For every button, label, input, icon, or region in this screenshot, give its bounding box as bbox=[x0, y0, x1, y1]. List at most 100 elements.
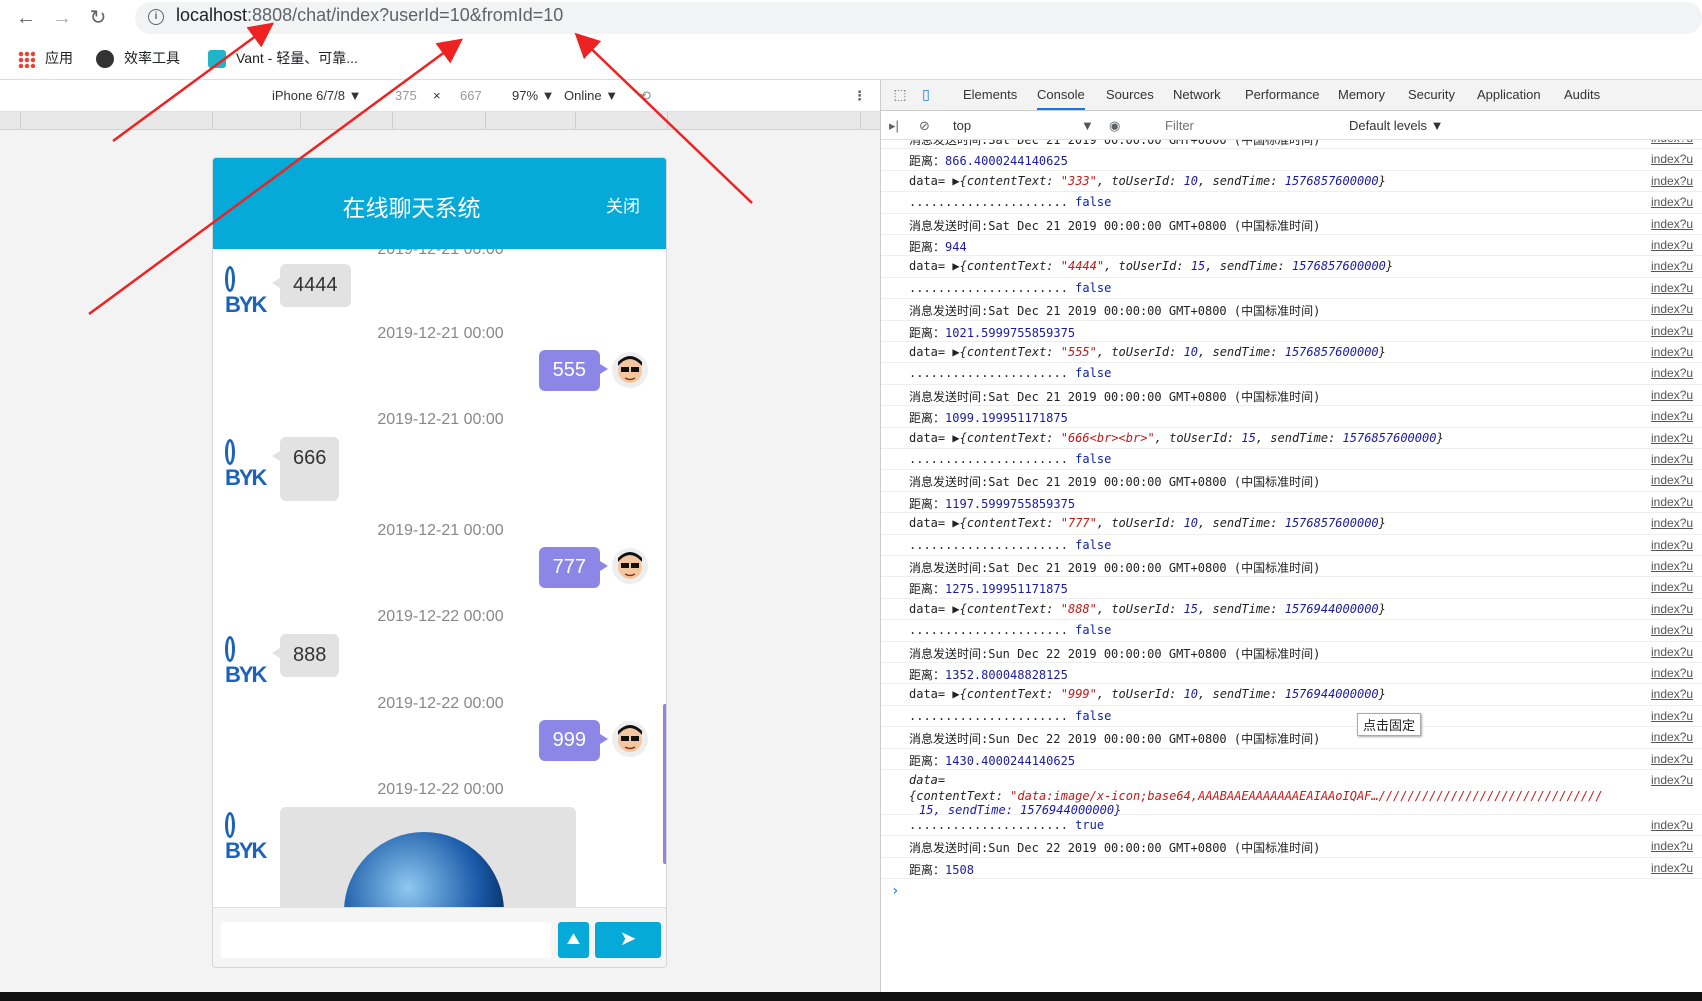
content-text-value: "data:image/x-icon;base64,AAABAAEAAAAAAA… bbox=[1010, 789, 1603, 803]
source-link: index?u bbox=[1651, 580, 1694, 595]
console-message[interactable]: 消息发送时间:Sat Dec 21 2019 00:00:00 GMT+0800… bbox=[881, 470, 1702, 492]
send-icon: ➤ bbox=[619, 928, 637, 950]
tab-elements[interactable]: Elements bbox=[963, 87, 1017, 102]
console-message[interactable]: 消息发送时间:Sun Dec 22 2019 00:00:00 GMT+0800… bbox=[881, 642, 1702, 663]
console-message[interactable]: ...................... false index?u bbox=[881, 706, 1702, 728]
distance-label: 距离： bbox=[909, 154, 946, 169]
console-text: ...................... false bbox=[909, 452, 1111, 466]
console-message[interactable]: 消息发送时间:Sat Dec 21 2019 00:00:00 GMT+0800… bbox=[881, 140, 1702, 150]
bookmark-vant[interactable]: Vant - 轻量、可靠... bbox=[208, 47, 358, 69]
message-input[interactable] bbox=[221, 922, 551, 958]
to-user-id-value: 15 bbox=[1241, 430, 1256, 445]
console-message[interactable]: data= ▶{contentText: "333", toUserId: 10… bbox=[881, 171, 1702, 193]
message-bubble-left: 4444 bbox=[272, 264, 351, 307]
inspect-icon[interactable]: ⬚ bbox=[891, 86, 909, 104]
tab-sources[interactable]: Sources bbox=[1106, 87, 1154, 102]
console-message[interactable]: data= ▶{contentText: "4444", toUserId: 1… bbox=[881, 256, 1702, 278]
reload-icon[interactable]: ↻ bbox=[86, 6, 110, 30]
log-levels-select[interactable]: Default levels ▼ bbox=[1349, 118, 1444, 133]
tab-security[interactable]: Security bbox=[1408, 87, 1455, 102]
console-message[interactable]: ...................... false index?u bbox=[881, 363, 1702, 385]
to-user-id-value: 10 bbox=[1183, 345, 1199, 359]
console-message[interactable]: ...................... false index?u bbox=[881, 535, 1702, 556]
console-text: data= {contentText: "data:image/x-icon;b… bbox=[909, 773, 1603, 817]
console-output[interactable]: 消息发送时间:Sat Dec 21 2019 00:00:00 GMT+0800… bbox=[881, 140, 1702, 992]
console-message[interactable]: 距离：1352.800048828125 index?u bbox=[881, 663, 1702, 685]
rotate-icon[interactable]: ⟲ bbox=[640, 88, 651, 104]
device-select[interactable]: iPhone 6/7/8 ▼ bbox=[272, 88, 361, 103]
send-time-value: 1576944000000 bbox=[1284, 601, 1379, 616]
distance-value: 1508 bbox=[945, 862, 974, 877]
zoom-select[interactable]: 97% ▼ bbox=[512, 88, 555, 103]
tab-memory[interactable]: Memory bbox=[1338, 87, 1385, 102]
console-message[interactable]: ...................... false index?u bbox=[881, 620, 1702, 642]
close-button[interactable]: 关闭 bbox=[606, 192, 640, 217]
source-link: index?u bbox=[1651, 687, 1694, 702]
console-message[interactable]: 距离：1099.199951171875 index?u bbox=[881, 406, 1702, 428]
distance-label: 距离： bbox=[909, 496, 946, 511]
width-field[interactable]: 375 bbox=[395, 88, 417, 103]
tab-audits[interactable]: Audits bbox=[1564, 87, 1600, 102]
media-query-ruler[interactable] bbox=[0, 112, 880, 130]
console-message[interactable]: data= ▶{contentText: "555", toUserId: 10… bbox=[881, 342, 1702, 364]
clear-console-icon[interactable]: ⊘ bbox=[919, 118, 930, 134]
console-message[interactable]: ...................... true index?u bbox=[881, 815, 1702, 837]
tab-application[interactable]: Application bbox=[1477, 87, 1541, 102]
console-message[interactable]: 距离：1430.4000244140625 index?u bbox=[881, 749, 1702, 770]
console-message[interactable]: 距离：1508 index?u bbox=[881, 858, 1702, 880]
chat-messages[interactable]: 2019-12-21 00:00 BYK 4444 2019-12-21 00:… bbox=[213, 249, 666, 907]
arrow-right-icon[interactable]: → bbox=[50, 6, 74, 30]
console-message[interactable]: ...................... false index?u bbox=[881, 278, 1702, 300]
console-message[interactable]: data= ▶{contentText: "888", toUserId: 15… bbox=[881, 599, 1702, 621]
more-options-icon[interactable]: ⋮ bbox=[853, 88, 866, 104]
console-text: 距离：1352.800048828125 bbox=[909, 666, 1068, 683]
console-message[interactable]: ...................... false index?u bbox=[881, 449, 1702, 471]
send-button[interactable]: ➤ bbox=[595, 922, 661, 958]
console-message[interactable]: 距离：866.4000244140625 index?u bbox=[881, 149, 1702, 171]
dots: ...................... bbox=[909, 537, 1076, 552]
image-message[interactable] bbox=[280, 807, 576, 907]
console-message[interactable]: 消息发送时间:Sat Dec 21 2019 00:00:00 GMT+0800… bbox=[881, 299, 1702, 321]
height-field[interactable]: 667 bbox=[460, 88, 482, 103]
console-message[interactable]: ...................... false index?u bbox=[881, 192, 1702, 214]
arrow-left-icon[interactable]: ← bbox=[14, 6, 38, 30]
console-message[interactable]: 消息发送时间:Sun Dec 22 2019 00:00:00 GMT+0800… bbox=[881, 727, 1702, 749]
tab-network[interactable]: Network bbox=[1173, 87, 1221, 102]
boolean-value: true bbox=[1075, 817, 1105, 832]
context-dropdown-icon[interactable]: ▼ bbox=[1081, 118, 1094, 133]
sidebar-toggle-icon[interactable]: ▸| bbox=[889, 118, 899, 134]
device-toolbar-icon[interactable]: ▯ bbox=[917, 86, 935, 104]
network-select[interactable]: Online ▼ bbox=[564, 88, 618, 103]
source-link: index?u bbox=[1651, 773, 1694, 787]
image-upload-button[interactable]: ⛰ bbox=[558, 922, 589, 958]
context-select[interactable]: top bbox=[953, 118, 971, 133]
console-message[interactable]: 距离：944 index?u bbox=[881, 235, 1702, 257]
console-message[interactable]: 距离：1197.5999755859375 index?u bbox=[881, 492, 1702, 514]
console-message[interactable]: data= {contentText: "data:image/x-icon;b… bbox=[881, 770, 1702, 817]
console-message[interactable]: data= ▶{contentText: "666<br><br>", toUs… bbox=[881, 428, 1702, 449]
info-icon[interactable]: i bbox=[148, 9, 164, 25]
bookmark-apps[interactable]: 应用 bbox=[18, 47, 73, 69]
console-message[interactable]: 消息发送时间:Sat Dec 21 2019 00:00:00 GMT+0800… bbox=[881, 556, 1702, 578]
console-message[interactable]: 消息发送时间:Sun Dec 22 2019 00:00:00 GMT+0800… bbox=[881, 836, 1702, 858]
chat-scrollbar[interactable] bbox=[661, 249, 666, 907]
dots: ...................... bbox=[909, 708, 1076, 723]
console-message[interactable]: 距离：1021.5999755859375 index?u bbox=[881, 321, 1702, 342]
message-bubble-left: 888 bbox=[271, 634, 340, 677]
object-preview: {contentText: "data:image/x-icon;base64,… bbox=[909, 789, 1603, 803]
url-text[interactable]: localhost:8808/chat/index?userId=10&from… bbox=[176, 5, 563, 26]
console-message[interactable]: data= ▶{contentText: "999", toUserId: 10… bbox=[881, 684, 1702, 706]
eye-icon[interactable]: ◉ bbox=[1109, 118, 1120, 134]
console-message[interactable]: 消息发送时间:Sat Dec 21 2019 00:00:00 GMT+0800… bbox=[881, 214, 1702, 235]
bookmark-efficiency-tools[interactable]: 效率工具 bbox=[96, 47, 180, 69]
source-link: index?u bbox=[1651, 195, 1694, 210]
console-text: 消息发送时间:Sat Dec 21 2019 00:00:00 GMT+0800… bbox=[909, 389, 1321, 404]
scrollbar-thumb[interactable] bbox=[663, 704, 666, 864]
data-label: data= bbox=[909, 773, 946, 787]
tab-performance[interactable]: Performance bbox=[1245, 87, 1319, 102]
console-message[interactable]: 消息发送时间:Sat Dec 21 2019 00:00:00 GMT+0800… bbox=[881, 385, 1702, 407]
console-message[interactable]: 距离：1275.199951171875 index?u bbox=[881, 577, 1702, 599]
tab-console[interactable]: Console bbox=[1037, 87, 1085, 110]
console-message[interactable]: data= ▶{contentText: "777", toUserId: 10… bbox=[881, 513, 1702, 535]
console-toolbar: ▸| ⊘ top ▼ ◉ Default levels ▼ bbox=[881, 111, 1702, 140]
